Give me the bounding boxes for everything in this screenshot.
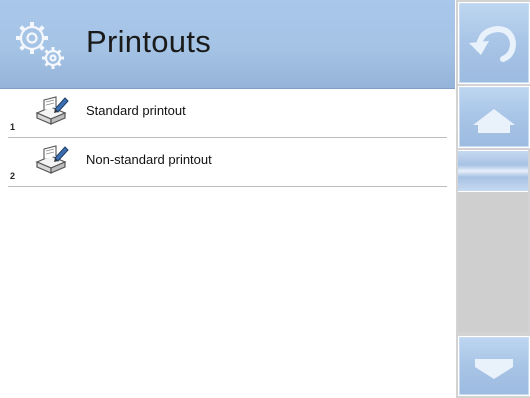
page-title: Printouts [86, 24, 212, 59]
screen: Printouts 1 Standard printout 2 Non-stan… [0, 0, 530, 398]
home-button[interactable] [458, 86, 530, 148]
right-sidebar [456, 0, 530, 398]
item-label: Non-standard printout [86, 152, 212, 167]
list-item-standard-printout[interactable]: 1 Standard printout [8, 89, 447, 138]
printer-edit-icon [35, 145, 69, 174]
title-bar: Printouts [0, 0, 455, 89]
scroll-thumb[interactable] [458, 150, 528, 192]
item-label: Standard printout [86, 103, 186, 118]
back-button[interactable] [458, 2, 530, 84]
back-arrow-icon [469, 25, 517, 62]
gears-icon [16, 22, 64, 69]
item-number: 2 [10, 171, 16, 181]
printer-edit-icon [35, 96, 69, 125]
scroll-track[interactable] [458, 192, 528, 332]
scroll-down-button[interactable] [458, 336, 530, 396]
scroll-down-icon [475, 359, 513, 379]
menu-list: 1 Standard printout 2 Non-standard print… [0, 89, 455, 187]
list-item-non-standard-printout[interactable]: 2 Non-standard printout [8, 138, 447, 187]
home-icon [473, 109, 515, 133]
item-number: 1 [10, 122, 16, 132]
